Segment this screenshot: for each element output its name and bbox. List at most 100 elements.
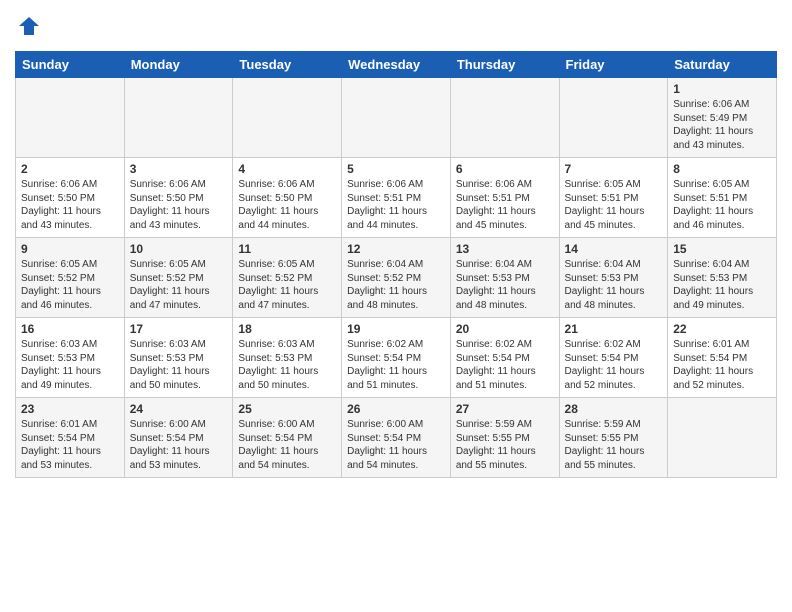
day-number: 18 <box>238 322 336 336</box>
day-info: Sunrise: 6:04 AM Sunset: 5:53 PM Dayligh… <box>565 258 663 312</box>
logo-icon <box>17 14 41 38</box>
day-number: 1 <box>673 82 771 96</box>
day-info: Sunrise: 6:05 AM Sunset: 5:52 PM Dayligh… <box>238 258 336 312</box>
col-header-monday: Monday <box>124 52 233 78</box>
day-cell: 23 Sunrise: 6:01 AM Sunset: 5:54 PM Dayli… <box>16 398 125 478</box>
day-number: 24 <box>130 402 228 416</box>
day-cell: 16 Sunrise: 6:03 AM Sunset: 5:53 PM Dayli… <box>16 318 125 398</box>
day-number: 11 <box>238 242 336 256</box>
week-row-5: 23 Sunrise: 6:01 AM Sunset: 5:54 PM Dayli… <box>16 398 777 478</box>
day-cell <box>124 78 233 158</box>
day-info: Sunrise: 6:05 AM Sunset: 5:51 PM Dayligh… <box>565 178 663 232</box>
day-number: 10 <box>130 242 228 256</box>
day-info: Sunrise: 6:02 AM Sunset: 5:54 PM Dayligh… <box>456 338 554 392</box>
day-number: 12 <box>347 242 445 256</box>
col-header-sunday: Sunday <box>16 52 125 78</box>
day-info: Sunrise: 6:06 AM Sunset: 5:50 PM Dayligh… <box>238 178 336 232</box>
day-number: 14 <box>565 242 663 256</box>
day-number: 25 <box>238 402 336 416</box>
day-cell: 4 Sunrise: 6:06 AM Sunset: 5:50 PM Daylig… <box>233 158 342 238</box>
day-info: Sunrise: 6:04 AM Sunset: 5:52 PM Dayligh… <box>347 258 445 312</box>
day-number: 15 <box>673 242 771 256</box>
col-header-thursday: Thursday <box>450 52 559 78</box>
day-cell: 2 Sunrise: 6:06 AM Sunset: 5:50 PM Daylig… <box>16 158 125 238</box>
day-info: Sunrise: 6:00 AM Sunset: 5:54 PM Dayligh… <box>130 418 228 472</box>
week-row-1: 1 Sunrise: 6:06 AM Sunset: 5:49 PM Daylig… <box>16 78 777 158</box>
day-info: Sunrise: 6:06 AM Sunset: 5:51 PM Dayligh… <box>456 178 554 232</box>
day-number: 22 <box>673 322 771 336</box>
day-info: Sunrise: 6:00 AM Sunset: 5:54 PM Dayligh… <box>238 418 336 472</box>
day-number: 26 <box>347 402 445 416</box>
col-header-wednesday: Wednesday <box>342 52 451 78</box>
day-info: Sunrise: 6:00 AM Sunset: 5:54 PM Dayligh… <box>347 418 445 472</box>
day-cell: 12 Sunrise: 6:04 AM Sunset: 5:52 PM Dayli… <box>342 238 451 318</box>
day-cell: 24 Sunrise: 6:00 AM Sunset: 5:54 PM Dayli… <box>124 398 233 478</box>
day-cell: 27 Sunrise: 5:59 AM Sunset: 5:55 PM Dayli… <box>450 398 559 478</box>
day-info: Sunrise: 6:05 AM Sunset: 5:52 PM Dayligh… <box>21 258 119 312</box>
day-number: 3 <box>130 162 228 176</box>
day-cell <box>559 78 668 158</box>
day-info: Sunrise: 6:02 AM Sunset: 5:54 PM Dayligh… <box>347 338 445 392</box>
day-info: Sunrise: 6:06 AM Sunset: 5:50 PM Dayligh… <box>21 178 119 232</box>
day-cell: 10 Sunrise: 6:05 AM Sunset: 5:52 PM Dayli… <box>124 238 233 318</box>
day-cell: 9 Sunrise: 6:05 AM Sunset: 5:52 PM Daylig… <box>16 238 125 318</box>
day-info: Sunrise: 6:06 AM Sunset: 5:51 PM Dayligh… <box>347 178 445 232</box>
day-cell: 8Sunrise: 6:05 AM Sunset: 5:51 PM Daylig… <box>668 158 777 238</box>
day-cell: 6 Sunrise: 6:06 AM Sunset: 5:51 PM Daylig… <box>450 158 559 238</box>
week-row-4: 16 Sunrise: 6:03 AM Sunset: 5:53 PM Dayli… <box>16 318 777 398</box>
day-cell: 25 Sunrise: 6:00 AM Sunset: 5:54 PM Dayli… <box>233 398 342 478</box>
day-cell: 26 Sunrise: 6:00 AM Sunset: 5:54 PM Dayli… <box>342 398 451 478</box>
day-number: 13 <box>456 242 554 256</box>
day-number: 9 <box>21 242 119 256</box>
day-number: 4 <box>238 162 336 176</box>
week-row-3: 9 Sunrise: 6:05 AM Sunset: 5:52 PM Daylig… <box>16 238 777 318</box>
day-cell <box>16 78 125 158</box>
day-cell: 5Sunrise: 6:06 AM Sunset: 5:51 PM Daylig… <box>342 158 451 238</box>
day-info: Sunrise: 6:06 AM Sunset: 5:50 PM Dayligh… <box>130 178 228 232</box>
day-cell: 18 Sunrise: 6:03 AM Sunset: 5:53 PM Dayli… <box>233 318 342 398</box>
day-cell: 11 Sunrise: 6:05 AM Sunset: 5:52 PM Dayli… <box>233 238 342 318</box>
col-header-friday: Friday <box>559 52 668 78</box>
day-info: Sunrise: 6:01 AM Sunset: 5:54 PM Dayligh… <box>673 338 771 392</box>
calendar-table: SundayMondayTuesdayWednesdayThursdayFrid… <box>15 51 777 478</box>
day-number: 27 <box>456 402 554 416</box>
day-number: 20 <box>456 322 554 336</box>
day-info: Sunrise: 6:02 AM Sunset: 5:54 PM Dayligh… <box>565 338 663 392</box>
day-cell <box>233 78 342 158</box>
day-cell <box>450 78 559 158</box>
day-number: 19 <box>347 322 445 336</box>
day-cell: 21Sunrise: 6:02 AM Sunset: 5:54 PM Dayli… <box>559 318 668 398</box>
col-header-saturday: Saturday <box>668 52 777 78</box>
day-cell: 20 Sunrise: 6:02 AM Sunset: 5:54 PM Dayli… <box>450 318 559 398</box>
day-number: 2 <box>21 162 119 176</box>
day-cell <box>342 78 451 158</box>
day-number: 23 <box>21 402 119 416</box>
day-info: Sunrise: 6:05 AM Sunset: 5:52 PM Dayligh… <box>130 258 228 312</box>
day-cell: 19 Sunrise: 6:02 AM Sunset: 5:54 PM Dayli… <box>342 318 451 398</box>
day-info: Sunrise: 6:04 AM Sunset: 5:53 PM Dayligh… <box>456 258 554 312</box>
day-number: 6 <box>456 162 554 176</box>
day-number: 28 <box>565 402 663 416</box>
col-header-tuesday: Tuesday <box>233 52 342 78</box>
day-info: Sunrise: 5:59 AM Sunset: 5:55 PM Dayligh… <box>456 418 554 472</box>
day-number: 17 <box>130 322 228 336</box>
day-cell: 22 Sunrise: 6:01 AM Sunset: 5:54 PM Dayli… <box>668 318 777 398</box>
logo <box>15 14 41 43</box>
day-info: Sunrise: 6:01 AM Sunset: 5:54 PM Dayligh… <box>21 418 119 472</box>
calendar-header-row: SundayMondayTuesdayWednesdayThursdayFrid… <box>16 52 777 78</box>
day-cell: 13 Sunrise: 6:04 AM Sunset: 5:53 PM Dayli… <box>450 238 559 318</box>
header <box>15 10 777 43</box>
day-info: Sunrise: 6:03 AM Sunset: 5:53 PM Dayligh… <box>238 338 336 392</box>
day-info: Sunrise: 6:06 AM Sunset: 5:49 PM Dayligh… <box>673 98 771 152</box>
day-info: Sunrise: 6:03 AM Sunset: 5:53 PM Dayligh… <box>130 338 228 392</box>
day-number: 7 <box>565 162 663 176</box>
day-cell: 3 Sunrise: 6:06 AM Sunset: 5:50 PM Daylig… <box>124 158 233 238</box>
day-info: Sunrise: 6:03 AM Sunset: 5:53 PM Dayligh… <box>21 338 119 392</box>
page: SundayMondayTuesdayWednesdayThursdayFrid… <box>0 0 792 612</box>
day-number: 16 <box>21 322 119 336</box>
day-cell: 15 Sunrise: 6:04 AM Sunset: 5:53 PM Dayli… <box>668 238 777 318</box>
day-cell: 14 Sunrise: 6:04 AM Sunset: 5:53 PM Dayli… <box>559 238 668 318</box>
day-info: Sunrise: 5:59 AM Sunset: 5:55 PM Dayligh… <box>565 418 663 472</box>
day-info: Sunrise: 6:04 AM Sunset: 5:53 PM Dayligh… <box>673 258 771 312</box>
day-cell: 17 Sunrise: 6:03 AM Sunset: 5:53 PM Dayli… <box>124 318 233 398</box>
